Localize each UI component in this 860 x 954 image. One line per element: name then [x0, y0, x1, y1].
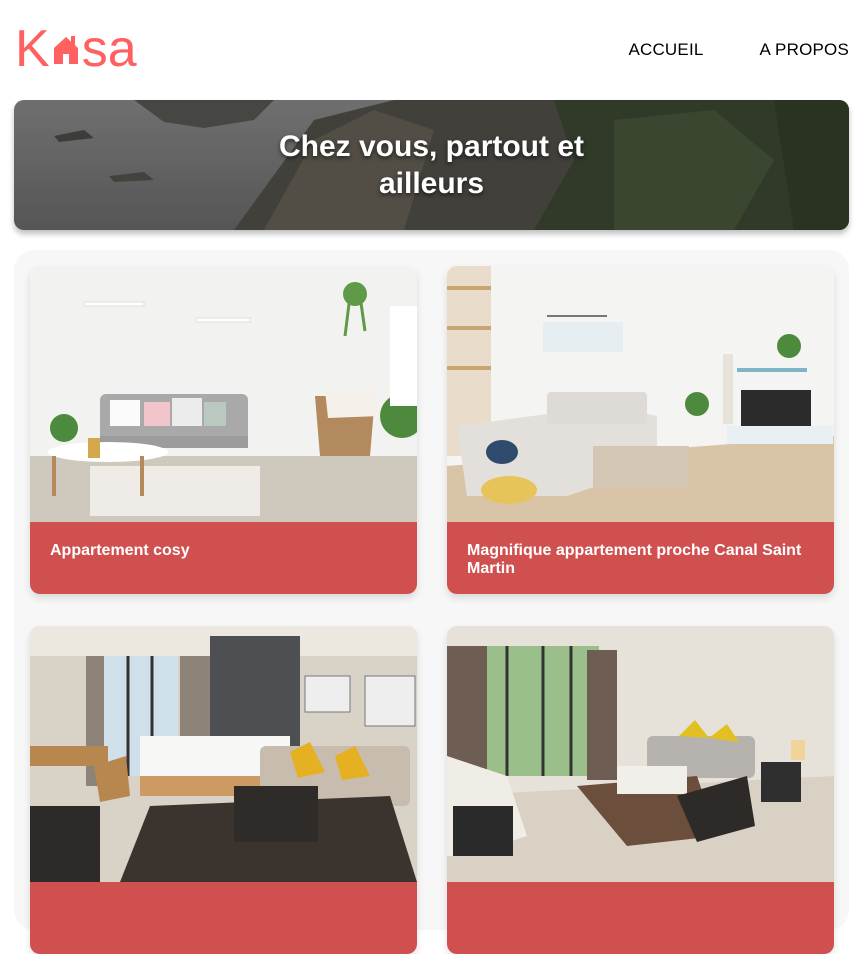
listing-card-2[interactable]: Magnifique appartement proche Canal Sain…	[447, 266, 834, 594]
house-icon	[53, 36, 78, 64]
main-nav: ACCUEIL A PROPOS	[628, 40, 849, 60]
banner-title: Chez vous, partout et ailleurs	[14, 128, 849, 202]
listing-caption-2: Magnifique appartement proche Canal Sain…	[447, 522, 834, 594]
listing-caption-1: Appartement cosy	[30, 522, 417, 594]
listings-gallery: Appartement cosy Magnifique appartement …	[14, 250, 849, 954]
banner-title-line-1: Chez vous, partout et	[278, 130, 585, 163]
listing-card-3[interactable]	[30, 626, 417, 954]
listing-photo-2	[447, 266, 834, 522]
listing-card-1[interactable]: Appartement cosy	[30, 266, 417, 594]
nav-a-propos-link[interactable]: A PROPOS	[760, 40, 849, 60]
site-header: K sa ACCUEIL A PROPOS	[0, 0, 860, 100]
nav-accueil-link[interactable]: ACCUEIL	[628, 40, 703, 60]
logo-letter-k: K	[15, 20, 50, 78]
kasa-logo[interactable]: K sa	[15, 20, 137, 78]
listing-title-1: Appartement cosy	[50, 542, 190, 559]
listing-photo-3	[30, 626, 417, 882]
listing-title-2: Magnifique appartement proche Canal Sain…	[467, 542, 802, 577]
listing-photo-1	[30, 266, 417, 522]
banner-title-line-2: ailleurs	[378, 167, 485, 200]
hero-banner: Chez vous, partout et ailleurs	[14, 100, 849, 230]
listing-card-4[interactable]	[447, 626, 834, 954]
listing-caption-3	[30, 882, 417, 954]
listing-caption-4	[447, 882, 834, 954]
listing-photo-4	[447, 626, 834, 882]
logo-letters-sa: sa	[81, 20, 137, 78]
